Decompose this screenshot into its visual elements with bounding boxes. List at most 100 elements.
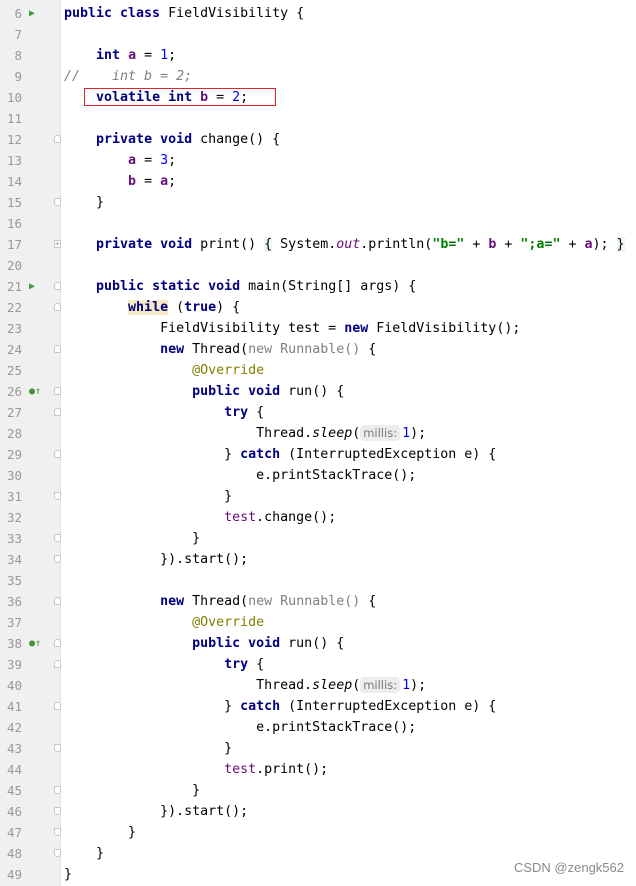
line-number[interactable]: 45 — [0, 780, 22, 801]
line-number[interactable]: 25 — [0, 360, 22, 381]
line-number[interactable]: 47 — [0, 822, 22, 843]
line-number[interactable]: 41 — [0, 696, 22, 717]
code-line[interactable]: 20 — [0, 255, 636, 276]
line-number[interactable]: 34 — [0, 549, 22, 570]
line-number[interactable]: 32 — [0, 507, 22, 528]
line-number[interactable]: 12 — [0, 129, 22, 150]
line-number[interactable]: 24 — [0, 339, 22, 360]
line-number[interactable]: 26 — [0, 381, 22, 402]
fold-collapse-icon[interactable] — [54, 639, 61, 647]
fold-collapse-icon[interactable] — [54, 492, 61, 500]
line-number[interactable]: 8 — [0, 45, 22, 66]
code-line[interactable]: 17 + private void print() { System.out.pr… — [0, 234, 636, 255]
code-line[interactable]: 13 a = 3; — [0, 150, 636, 171]
code-line[interactable]: 42 e.printStackTrace(); — [0, 717, 636, 738]
fold-collapse-icon[interactable] — [54, 282, 61, 290]
code-line[interactable]: 40 Thread.sleep(millis: 1); — [0, 675, 636, 696]
line-number[interactable]: 15 — [0, 192, 22, 213]
code-line[interactable]: 28 Thread.sleep(millis: 1); — [0, 423, 636, 444]
code-line[interactable]: 39 try { — [0, 654, 636, 675]
fold-collapse-icon[interactable] — [54, 198, 61, 206]
line-number[interactable]: 17 — [0, 234, 22, 255]
fold-collapse-icon[interactable] — [54, 597, 61, 605]
code-line[interactable]: 41 } catch (InterruptedException e) { — [0, 696, 636, 717]
run-icon[interactable]: ▶ — [29, 276, 35, 297]
fold-collapse-icon[interactable] — [54, 828, 61, 836]
override-method-icon[interactable]: ●↑ — [29, 633, 41, 654]
code-line[interactable]: 35 — [0, 570, 636, 591]
code-line[interactable]: 16 — [0, 213, 636, 234]
code-line[interactable]: 45 } — [0, 780, 636, 801]
fold-collapse-icon[interactable] — [54, 387, 61, 395]
fold-expand-icon[interactable]: + — [54, 240, 61, 248]
code-line[interactable]: 29 } catch (InterruptedException e) { — [0, 444, 636, 465]
line-number[interactable]: 33 — [0, 528, 22, 549]
override-method-icon[interactable]: ●↑ — [29, 381, 41, 402]
code-line[interactable]: 27 try { — [0, 402, 636, 423]
fold-collapse-icon[interactable] — [54, 450, 61, 458]
fold-collapse-icon[interactable] — [54, 135, 61, 143]
line-number[interactable]: 16 — [0, 213, 22, 234]
code-line[interactable]: 30 e.printStackTrace(); — [0, 465, 636, 486]
code-line[interactable]: 44 test.print(); — [0, 759, 636, 780]
line-number[interactable]: 10 — [0, 87, 22, 108]
code-line[interactable]: 15 } — [0, 192, 636, 213]
line-number[interactable]: 46 — [0, 801, 22, 822]
line-number[interactable]: 7 — [0, 24, 22, 45]
line-number[interactable]: 30 — [0, 465, 22, 486]
fold-collapse-icon[interactable] — [54, 786, 61, 794]
code-line[interactable]: 38 ●↑ public void run() { — [0, 633, 636, 654]
line-number[interactable]: 37 — [0, 612, 22, 633]
code-line[interactable]: 6 ▶ public class FieldVisibility { — [0, 3, 636, 24]
code-editor[interactable]: 6 ▶ public class FieldVisibility {7 8 int a… — [0, 3, 636, 885]
line-number[interactable]: 21 — [0, 276, 22, 297]
code-line[interactable]: 43 } — [0, 738, 636, 759]
line-number[interactable]: 43 — [0, 738, 22, 759]
fold-collapse-icon[interactable] — [54, 408, 61, 416]
code-line[interactable]: 21 ▶ public static void main(String[] arg… — [0, 276, 636, 297]
code-line[interactable]: 7 — [0, 24, 636, 45]
code-line[interactable]: 8 int a = 1; — [0, 45, 636, 66]
code-line[interactable]: 26 ●↑ public void run() { — [0, 381, 636, 402]
code-line[interactable]: 34 }).start(); — [0, 549, 636, 570]
line-number[interactable]: 29 — [0, 444, 22, 465]
code-line[interactable]: 36 new Thread(new Runnable() { — [0, 591, 636, 612]
line-number[interactable]: 40 — [0, 675, 22, 696]
line-number[interactable]: 42 — [0, 717, 22, 738]
run-icon[interactable]: ▶ — [29, 3, 35, 24]
code-line[interactable]: 11 — [0, 108, 636, 129]
line-number[interactable]: 13 — [0, 150, 22, 171]
line-number[interactable]: 6 — [0, 3, 22, 24]
line-number[interactable]: 38 — [0, 633, 22, 654]
line-number[interactable]: 11 — [0, 108, 22, 129]
fold-collapse-icon[interactable] — [54, 744, 61, 752]
code-line[interactable]: 14 b = a; — [0, 171, 636, 192]
fold-collapse-icon[interactable] — [54, 534, 61, 542]
code-line[interactable]: 47 } — [0, 822, 636, 843]
line-number[interactable]: 31 — [0, 486, 22, 507]
line-number[interactable]: 28 — [0, 423, 22, 444]
code-line[interactable]: 46 }).start(); — [0, 801, 636, 822]
fold-collapse-icon[interactable] — [54, 807, 61, 815]
code-line[interactable]: 32 test.change(); — [0, 507, 636, 528]
line-number[interactable]: 35 — [0, 570, 22, 591]
fold-collapse-icon[interactable] — [54, 849, 61, 857]
code-line[interactable]: 25 @Override — [0, 360, 636, 381]
line-number[interactable]: 36 — [0, 591, 22, 612]
code-line[interactable]: 12 private void change() { — [0, 129, 636, 150]
code-line[interactable]: 31 } — [0, 486, 636, 507]
line-number[interactable]: 39 — [0, 654, 22, 675]
line-number[interactable]: 48 — [0, 843, 22, 864]
line-number[interactable]: 22 — [0, 297, 22, 318]
fold-collapse-icon[interactable] — [54, 345, 61, 353]
fold-collapse-icon[interactable] — [54, 555, 61, 563]
line-number[interactable]: 14 — [0, 171, 22, 192]
fold-collapse-icon[interactable] — [54, 303, 61, 311]
line-number[interactable]: 9 — [0, 66, 22, 87]
fold-collapse-icon[interactable] — [54, 702, 61, 710]
line-number[interactable]: 27 — [0, 402, 22, 423]
code-line[interactable]: 33 } — [0, 528, 636, 549]
line-number[interactable]: 20 — [0, 255, 22, 276]
code-line[interactable]: 23 FieldVisibility test = new FieldVisib… — [0, 318, 636, 339]
code-line[interactable]: 22 while (true) { — [0, 297, 636, 318]
